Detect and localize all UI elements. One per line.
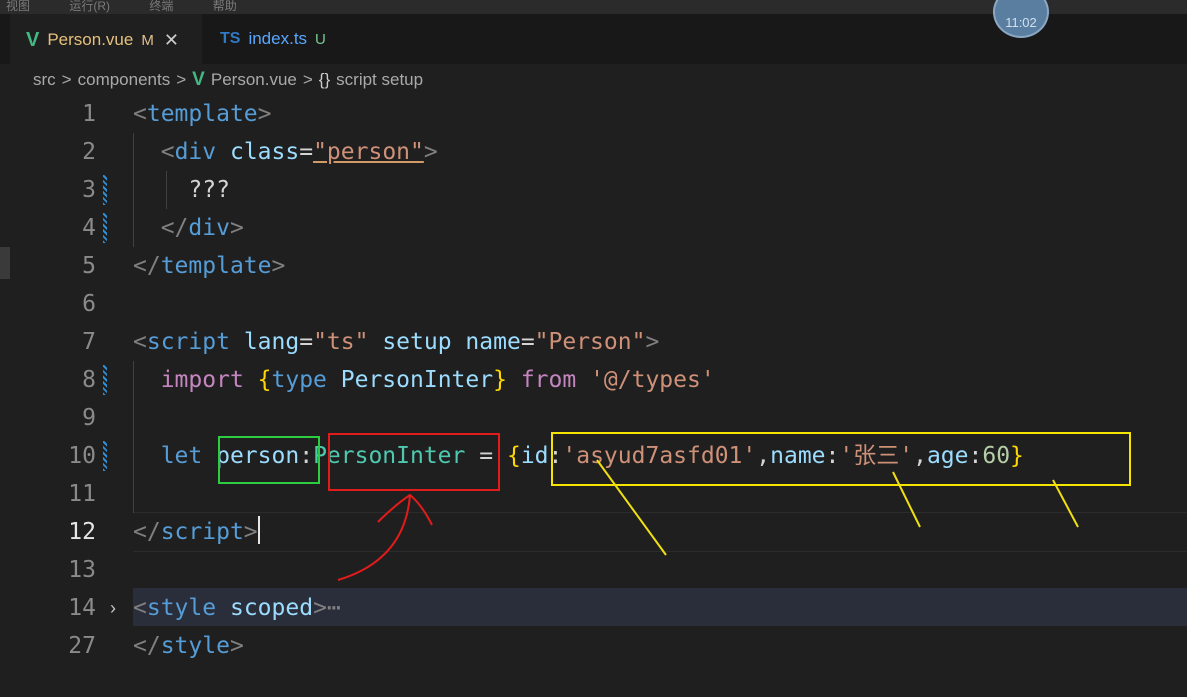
yellow-stroke bbox=[1052, 479, 1079, 528]
yellow-stroke bbox=[596, 459, 667, 556]
annotation-strokes bbox=[337, 459, 1079, 581]
yellow-stroke bbox=[892, 471, 921, 528]
red-arrow-curve bbox=[337, 494, 411, 581]
